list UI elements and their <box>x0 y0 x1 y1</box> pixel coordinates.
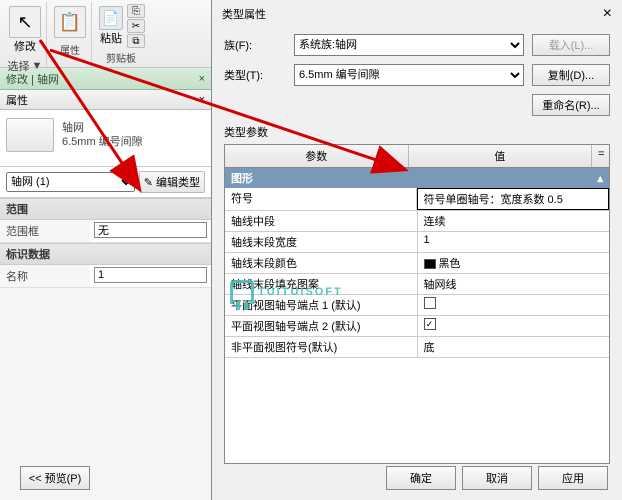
clipboard-group-label: 剪贴板 <box>106 50 136 65</box>
param-name: 非平面视图符号(默认) <box>225 337 418 357</box>
family-select[interactable]: 轴网 (1) <box>6 172 135 192</box>
dialog-titlebar: 类型属性 × <box>212 0 622 28</box>
param-name: 轴线末段填充图案 <box>225 274 418 294</box>
param-value[interactable]: ✓ <box>418 316 610 336</box>
ribbon-group-clipboard: 📄 粘贴 ⎘ ✂ ⧉ 剪贴板 <box>94 2 148 67</box>
modify-button[interactable]: ↖ 修改 <box>7 4 43 56</box>
param-value[interactable]: 1 <box>418 232 610 252</box>
scope-box-input[interactable] <box>94 222 207 238</box>
apply-button[interactable]: 应用 <box>538 466 608 490</box>
dialog-body: 族(F): 系统族:轴网 载入(L)... 类型(T): 6.5mm 编号间隙 … <box>212 28 622 470</box>
type-params-label: 类型参数 <box>224 124 610 140</box>
properties-button[interactable]: 📋 <box>52 4 88 40</box>
cursor-icon: ↖ <box>9 6 41 38</box>
param-name: 轴线中段 <box>225 211 418 231</box>
param-row[interactable]: 平面视图轴号端点 1 (默认) <box>225 295 609 316</box>
tab-close[interactable]: × <box>199 73 205 85</box>
rename-button[interactable]: 重命名(R)... <box>532 94 610 116</box>
param-name: 轴线末段颜色 <box>225 253 418 273</box>
property-grid: 范围 范围框 标识数据 名称 <box>0 198 211 288</box>
instance-row: 轴网 (1) ✎ 编辑类型 <box>0 167 211 198</box>
family-dropdown[interactable]: 系统族:轴网 <box>294 34 524 56</box>
param-value[interactable]: 底 <box>418 337 610 357</box>
prop-name: 名称 <box>0 265 211 288</box>
dialog-title: 类型属性 <box>222 6 266 22</box>
param-row[interactable]: 轴线末段填充图案轴网线 <box>225 274 609 295</box>
type-properties-dialog: 类型属性 × 族(F): 系统族:轴网 载入(L)... 类型(T): 6.5m… <box>211 0 622 500</box>
modify-label: 修改 <box>14 38 36 54</box>
param-row[interactable]: 非平面视图符号(默认)底 <box>225 337 609 358</box>
load-button[interactable]: 载入(L)... <box>532 34 610 56</box>
param-value[interactable] <box>418 295 610 315</box>
paste-icon: 📄 <box>99 6 123 30</box>
cancel-button[interactable]: 取消 <box>462 466 532 490</box>
param-row[interactable]: 轴线末段颜色黑色 <box>225 253 609 274</box>
type-info: 轴网 6.5mm 编号间隙 <box>62 121 143 150</box>
param-row[interactable]: 轴线末段宽度1 <box>225 232 609 253</box>
param-name: 轴线末段宽度 <box>225 232 418 252</box>
params-table: 参数 值 = 图形 符号符号单圈轴号：宽度系数 0.5轴线中段连续轴线末段宽度1… <box>224 144 610 464</box>
left-panel: ↖ 修改 选择 ▼ 📋 属性 📄 粘贴 ⎘ ✂ ⧉ <box>0 0 211 500</box>
param-row[interactable]: 平面视图轴号端点 2 (默认)✓ <box>225 316 609 337</box>
duplicate-button[interactable]: 复制(D)... <box>532 64 610 86</box>
type-row: 类型(T): 6.5mm 编号间隙 复制(D)... <box>224 64 610 86</box>
dialog-close[interactable]: × <box>603 5 612 23</box>
properties-close[interactable]: × <box>199 94 205 106</box>
cut-icon[interactable]: ✂ <box>127 19 145 33</box>
context-tab: 修改 | 轴网 × <box>0 68 211 90</box>
edit-type-icon: ✎ <box>144 176 153 189</box>
properties-title: 属性 <box>6 92 28 108</box>
param-name: 平面视图轴号端点 2 (默认) <box>225 316 418 336</box>
param-value[interactable]: 连续 <box>418 211 610 231</box>
group-graphics[interactable]: 图形 <box>225 168 609 188</box>
group-scope[interactable]: 范围 <box>0 198 211 220</box>
type-selector[interactable]: 轴网 6.5mm 编号间隙 <box>0 110 211 167</box>
paste-button[interactable]: 📄 粘贴 <box>97 4 125 48</box>
prop-scope-box: 范围框 <box>0 220 211 243</box>
dialog-footer: << 预览(P) 确定 取消 应用 <box>386 466 608 490</box>
properties-icon: 📋 <box>54 6 86 38</box>
edit-type-button[interactable]: ✎ 编辑类型 <box>139 171 205 193</box>
properties-group-label: 属性 <box>60 42 80 57</box>
params-head: 参数 值 = <box>225 145 609 168</box>
ribbon: ↖ 修改 选择 ▼ 📋 属性 📄 粘贴 ⎘ ✂ ⧉ <box>0 0 211 68</box>
param-row[interactable]: 符号符号单圈轴号：宽度系数 0.5 <box>225 188 609 211</box>
rename-row: 重命名(R)... <box>224 94 610 116</box>
preview-button[interactable]: << 预览(P) <box>20 466 90 490</box>
param-value[interactable]: 轴网线 <box>418 274 610 294</box>
group-identity[interactable]: 标识数据 <box>0 243 211 265</box>
name-input[interactable] <box>94 267 207 283</box>
tab-title: 修改 | 轴网 <box>6 71 59 87</box>
properties-header: 属性 × <box>0 90 211 110</box>
ok-button[interactable]: 确定 <box>386 466 456 490</box>
copy-icon[interactable]: ⧉ <box>127 34 145 48</box>
match-icon[interactable]: ⎘ <box>127 4 145 18</box>
type-dropdown[interactable]: 6.5mm 编号间隙 <box>294 64 524 86</box>
param-value[interactable]: 黑色 <box>418 253 610 273</box>
param-value[interactable]: 符号单圈轴号：宽度系数 0.5 <box>417 188 610 210</box>
type-thumbnail <box>6 118 54 152</box>
param-name: 符号 <box>225 188 417 210</box>
param-name: 平面视图轴号端点 1 (默认) <box>225 295 418 315</box>
ribbon-group-properties: 📋 属性 <box>49 2 92 67</box>
ribbon-group-select: ↖ 修改 选择 ▼ <box>4 2 47 67</box>
family-row: 族(F): 系统族:轴网 载入(L)... <box>224 34 610 56</box>
param-row[interactable]: 轴线中段连续 <box>225 211 609 232</box>
